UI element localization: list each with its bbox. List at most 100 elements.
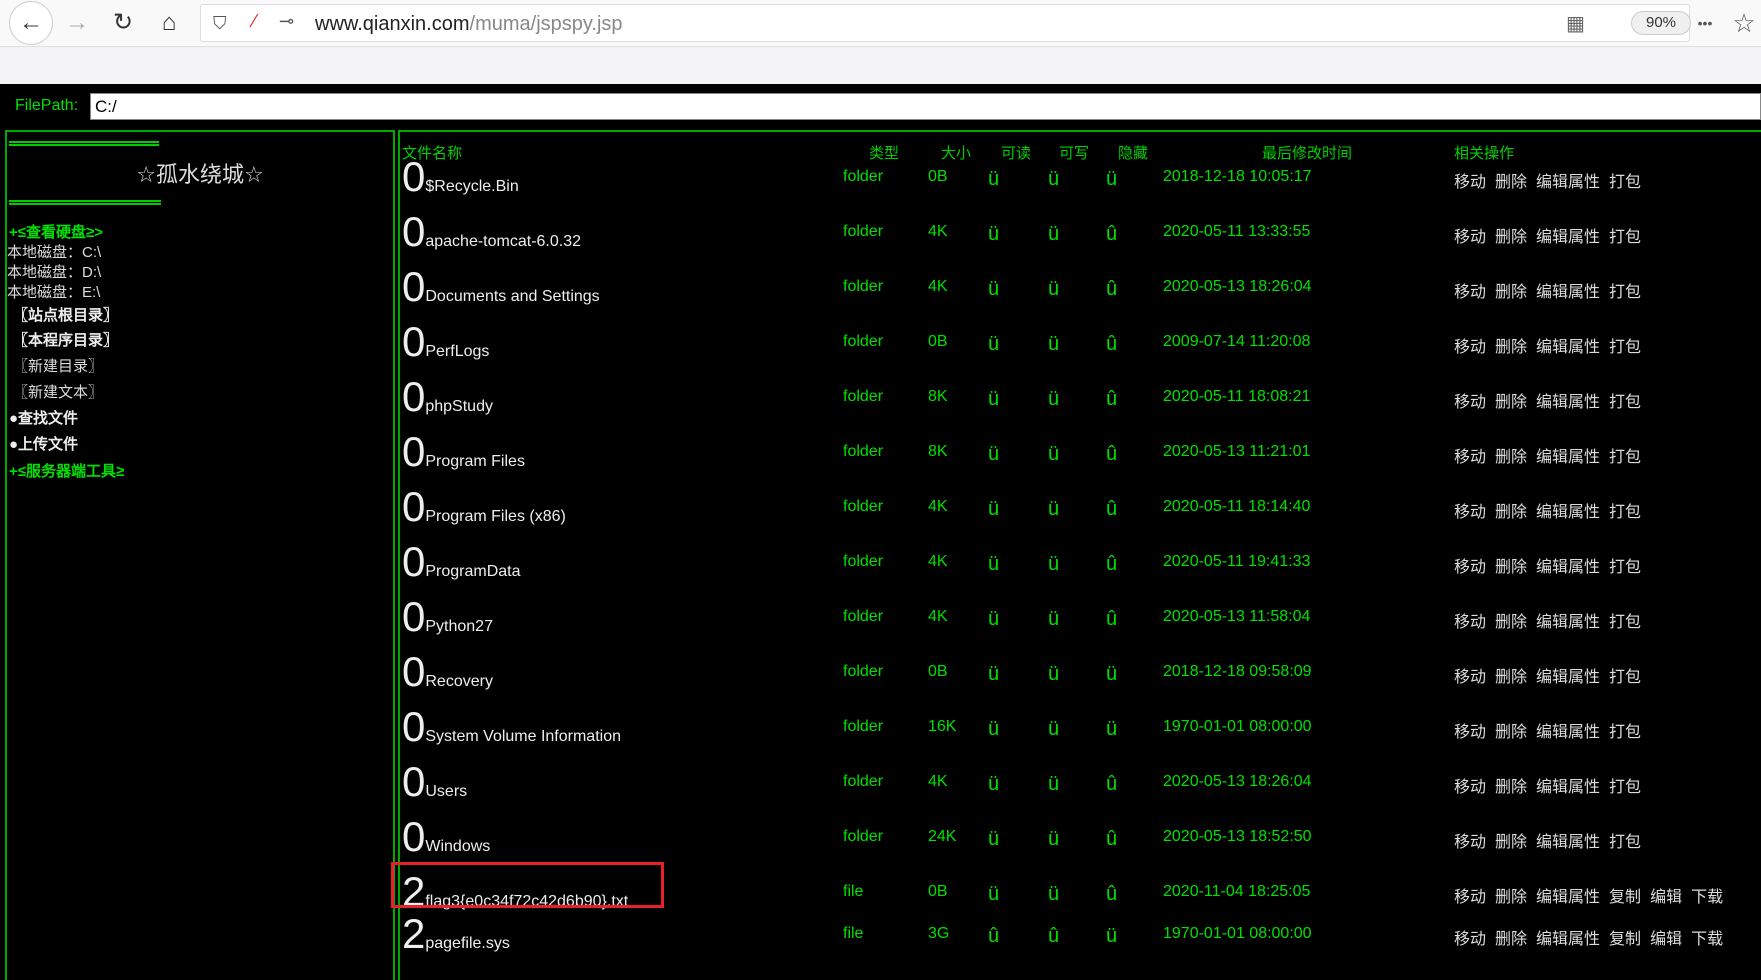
file-action-link[interactable]: 删除 <box>1495 229 1527 246</box>
file-action-link[interactable]: 移动 <box>1454 339 1486 356</box>
file-action-link[interactable]: 删除 <box>1495 614 1527 631</box>
file-action-link[interactable]: 编辑属性 <box>1536 834 1600 851</box>
file-action-link[interactable]: 编辑属性 <box>1536 931 1600 948</box>
new-dir-link[interactable]: 〖新建目录〗 <box>13 355 103 376</box>
file-action-link[interactable]: 编辑属性 <box>1536 779 1600 796</box>
file-name-link[interactable]: 0System Volume Information <box>402 706 621 748</box>
disk-c-link[interactable]: 本地磁盘：C:\ <box>7 241 101 262</box>
file-action-link[interactable]: 删除 <box>1495 339 1527 356</box>
file-action-link[interactable]: 打包 <box>1609 669 1641 686</box>
file-action-link[interactable]: 编辑属性 <box>1536 669 1600 686</box>
url-text[interactable]: www.qianxin.com/muma/jspspy.jsp <box>315 13 623 36</box>
file-name-link[interactable]: 0Documents and Settings <box>402 266 600 308</box>
server-tools-link[interactable]: +≤服务器端工具≥ <box>9 460 124 481</box>
file-name-link[interactable]: 2pagefile.sys <box>402 913 510 955</box>
file-action-link[interactable]: 编辑属性 <box>1536 724 1600 741</box>
file-action-link[interactable]: 删除 <box>1495 559 1527 576</box>
file-action-link[interactable]: 删除 <box>1495 284 1527 301</box>
disk-e-link[interactable]: 本地磁盘：E:\ <box>7 281 100 302</box>
file-name-link[interactable]: 0Users <box>402 761 467 803</box>
file-name-link[interactable]: 0Recovery <box>402 651 493 693</box>
file-action-link[interactable]: 移动 <box>1454 504 1486 521</box>
file-action-link[interactable]: 下载 <box>1691 931 1723 948</box>
file-name-link[interactable]: 0Program Files (x86) <box>402 486 566 528</box>
file-action-link[interactable]: 移动 <box>1454 889 1486 906</box>
file-action-link[interactable]: 删除 <box>1495 449 1527 466</box>
file-action-link[interactable]: 编辑 <box>1650 931 1682 948</box>
file-action-link[interactable]: 删除 <box>1495 834 1527 851</box>
file-action-link[interactable]: 编辑属性 <box>1536 614 1600 631</box>
address-bar[interactable]: ⛉ ⁄ ⊸ www.qianxin.com/muma/jspspy.jsp ▦ … <box>200 4 1691 42</box>
file-action-link[interactable]: 打包 <box>1609 779 1641 796</box>
file-action-link[interactable]: 删除 <box>1495 724 1527 741</box>
home-button[interactable]: ⌂ <box>152 6 186 40</box>
file-action-link[interactable]: 移动 <box>1454 614 1486 631</box>
filepath-input[interactable] <box>90 93 1761 120</box>
find-file-link[interactable]: ●查找文件 <box>9 407 78 428</box>
file-action-link[interactable]: 移动 <box>1454 229 1486 246</box>
file-name: PerfLogs <box>425 343 490 360</box>
file-name-link[interactable]: 0$Recycle.Bin <box>402 156 519 198</box>
reload-button[interactable]: ↻ <box>106 6 140 40</box>
file-action-link[interactable]: 删除 <box>1495 174 1527 191</box>
file-action-link[interactable]: 编辑属性 <box>1536 559 1600 576</box>
file-name-link[interactable]: 0PerfLogs <box>402 321 489 363</box>
file-action-link[interactable]: 打包 <box>1609 339 1641 356</box>
file-name: Recovery <box>425 673 493 690</box>
file-action-link[interactable]: 打包 <box>1609 614 1641 631</box>
file-action-link[interactable]: 编辑属性 <box>1536 394 1600 411</box>
file-action-link[interactable]: 复制 <box>1609 889 1641 906</box>
file-action-link[interactable]: 编辑属性 <box>1536 284 1600 301</box>
file-name-link[interactable]: 0apache-tomcat-6.0.32 <box>402 211 581 253</box>
file-action-link[interactable]: 编辑 <box>1650 889 1682 906</box>
file-action-link[interactable]: 删除 <box>1495 779 1527 796</box>
file-type-digit-icon: 0 <box>402 648 426 695</box>
file-action-link[interactable]: 删除 <box>1495 669 1527 686</box>
file-action-link[interactable]: 移动 <box>1454 174 1486 191</box>
file-action-link[interactable]: 打包 <box>1609 229 1641 246</box>
file-action-link[interactable]: 打包 <box>1609 559 1641 576</box>
file-action-link[interactable]: 打包 <box>1609 724 1641 741</box>
file-action-link[interactable]: 移动 <box>1454 724 1486 741</box>
writable-flag: ü <box>1048 663 1060 685</box>
file-action-link[interactable]: 编辑属性 <box>1536 504 1600 521</box>
bookmark-star-icon[interactable]: ☆ <box>1727 6 1761 40</box>
file-name: $Recycle.Bin <box>425 178 519 195</box>
file-action-link[interactable]: 打包 <box>1609 449 1641 466</box>
file-action-link[interactable]: 移动 <box>1454 394 1486 411</box>
file-action-link[interactable]: 编辑属性 <box>1536 889 1600 906</box>
zoom-level-badge[interactable]: 90% <box>1631 11 1691 35</box>
file-name-link[interactable]: 0Python27 <box>402 596 493 638</box>
file-action-link[interactable]: 删除 <box>1495 504 1527 521</box>
file-action-link[interactable]: 打包 <box>1609 504 1641 521</box>
file-action-link[interactable]: 打包 <box>1609 834 1641 851</box>
file-name-link[interactable]: 0Windows <box>402 816 490 858</box>
file-name-link[interactable]: 0ProgramData <box>402 541 521 583</box>
file-name-link[interactable]: 0Program Files <box>402 431 525 473</box>
file-action-link[interactable]: 编辑属性 <box>1536 449 1600 466</box>
file-name-link[interactable]: 0phpStudy <box>402 376 493 418</box>
qr-code-icon[interactable]: ▦ <box>1566 11 1585 36</box>
file-action-link[interactable]: 编辑属性 <box>1536 229 1600 246</box>
file-action-link[interactable]: 打包 <box>1609 394 1641 411</box>
file-action-link[interactable]: 移动 <box>1454 931 1486 948</box>
file-action-link[interactable]: 移动 <box>1454 284 1486 301</box>
file-action-link[interactable]: 移动 <box>1454 559 1486 576</box>
file-action-link[interactable]: 删除 <box>1495 931 1527 948</box>
forward-button[interactable]: → <box>60 6 94 40</box>
file-action-link[interactable]: 打包 <box>1609 284 1641 301</box>
file-action-link[interactable]: 下载 <box>1691 889 1723 906</box>
file-action-link[interactable]: 移动 <box>1454 834 1486 851</box>
file-action-link[interactable]: 打包 <box>1609 174 1641 191</box>
file-action-link[interactable]: 删除 <box>1495 394 1527 411</box>
page-actions-menu-icon[interactable]: ••• <box>1688 6 1722 40</box>
file-action-link[interactable]: 移动 <box>1454 779 1486 796</box>
file-action-link[interactable]: 移动 <box>1454 449 1486 466</box>
file-action-link[interactable]: 复制 <box>1609 931 1641 948</box>
back-button[interactable]: ← <box>9 1 53 45</box>
site-root-link[interactable]: 〖站点根目录〗 <box>13 304 118 325</box>
file-action-link[interactable]: 编辑属性 <box>1536 174 1600 191</box>
file-action-link[interactable]: 删除 <box>1495 889 1527 906</box>
file-action-link[interactable]: 移动 <box>1454 669 1486 686</box>
file-action-link[interactable]: 编辑属性 <box>1536 339 1600 356</box>
